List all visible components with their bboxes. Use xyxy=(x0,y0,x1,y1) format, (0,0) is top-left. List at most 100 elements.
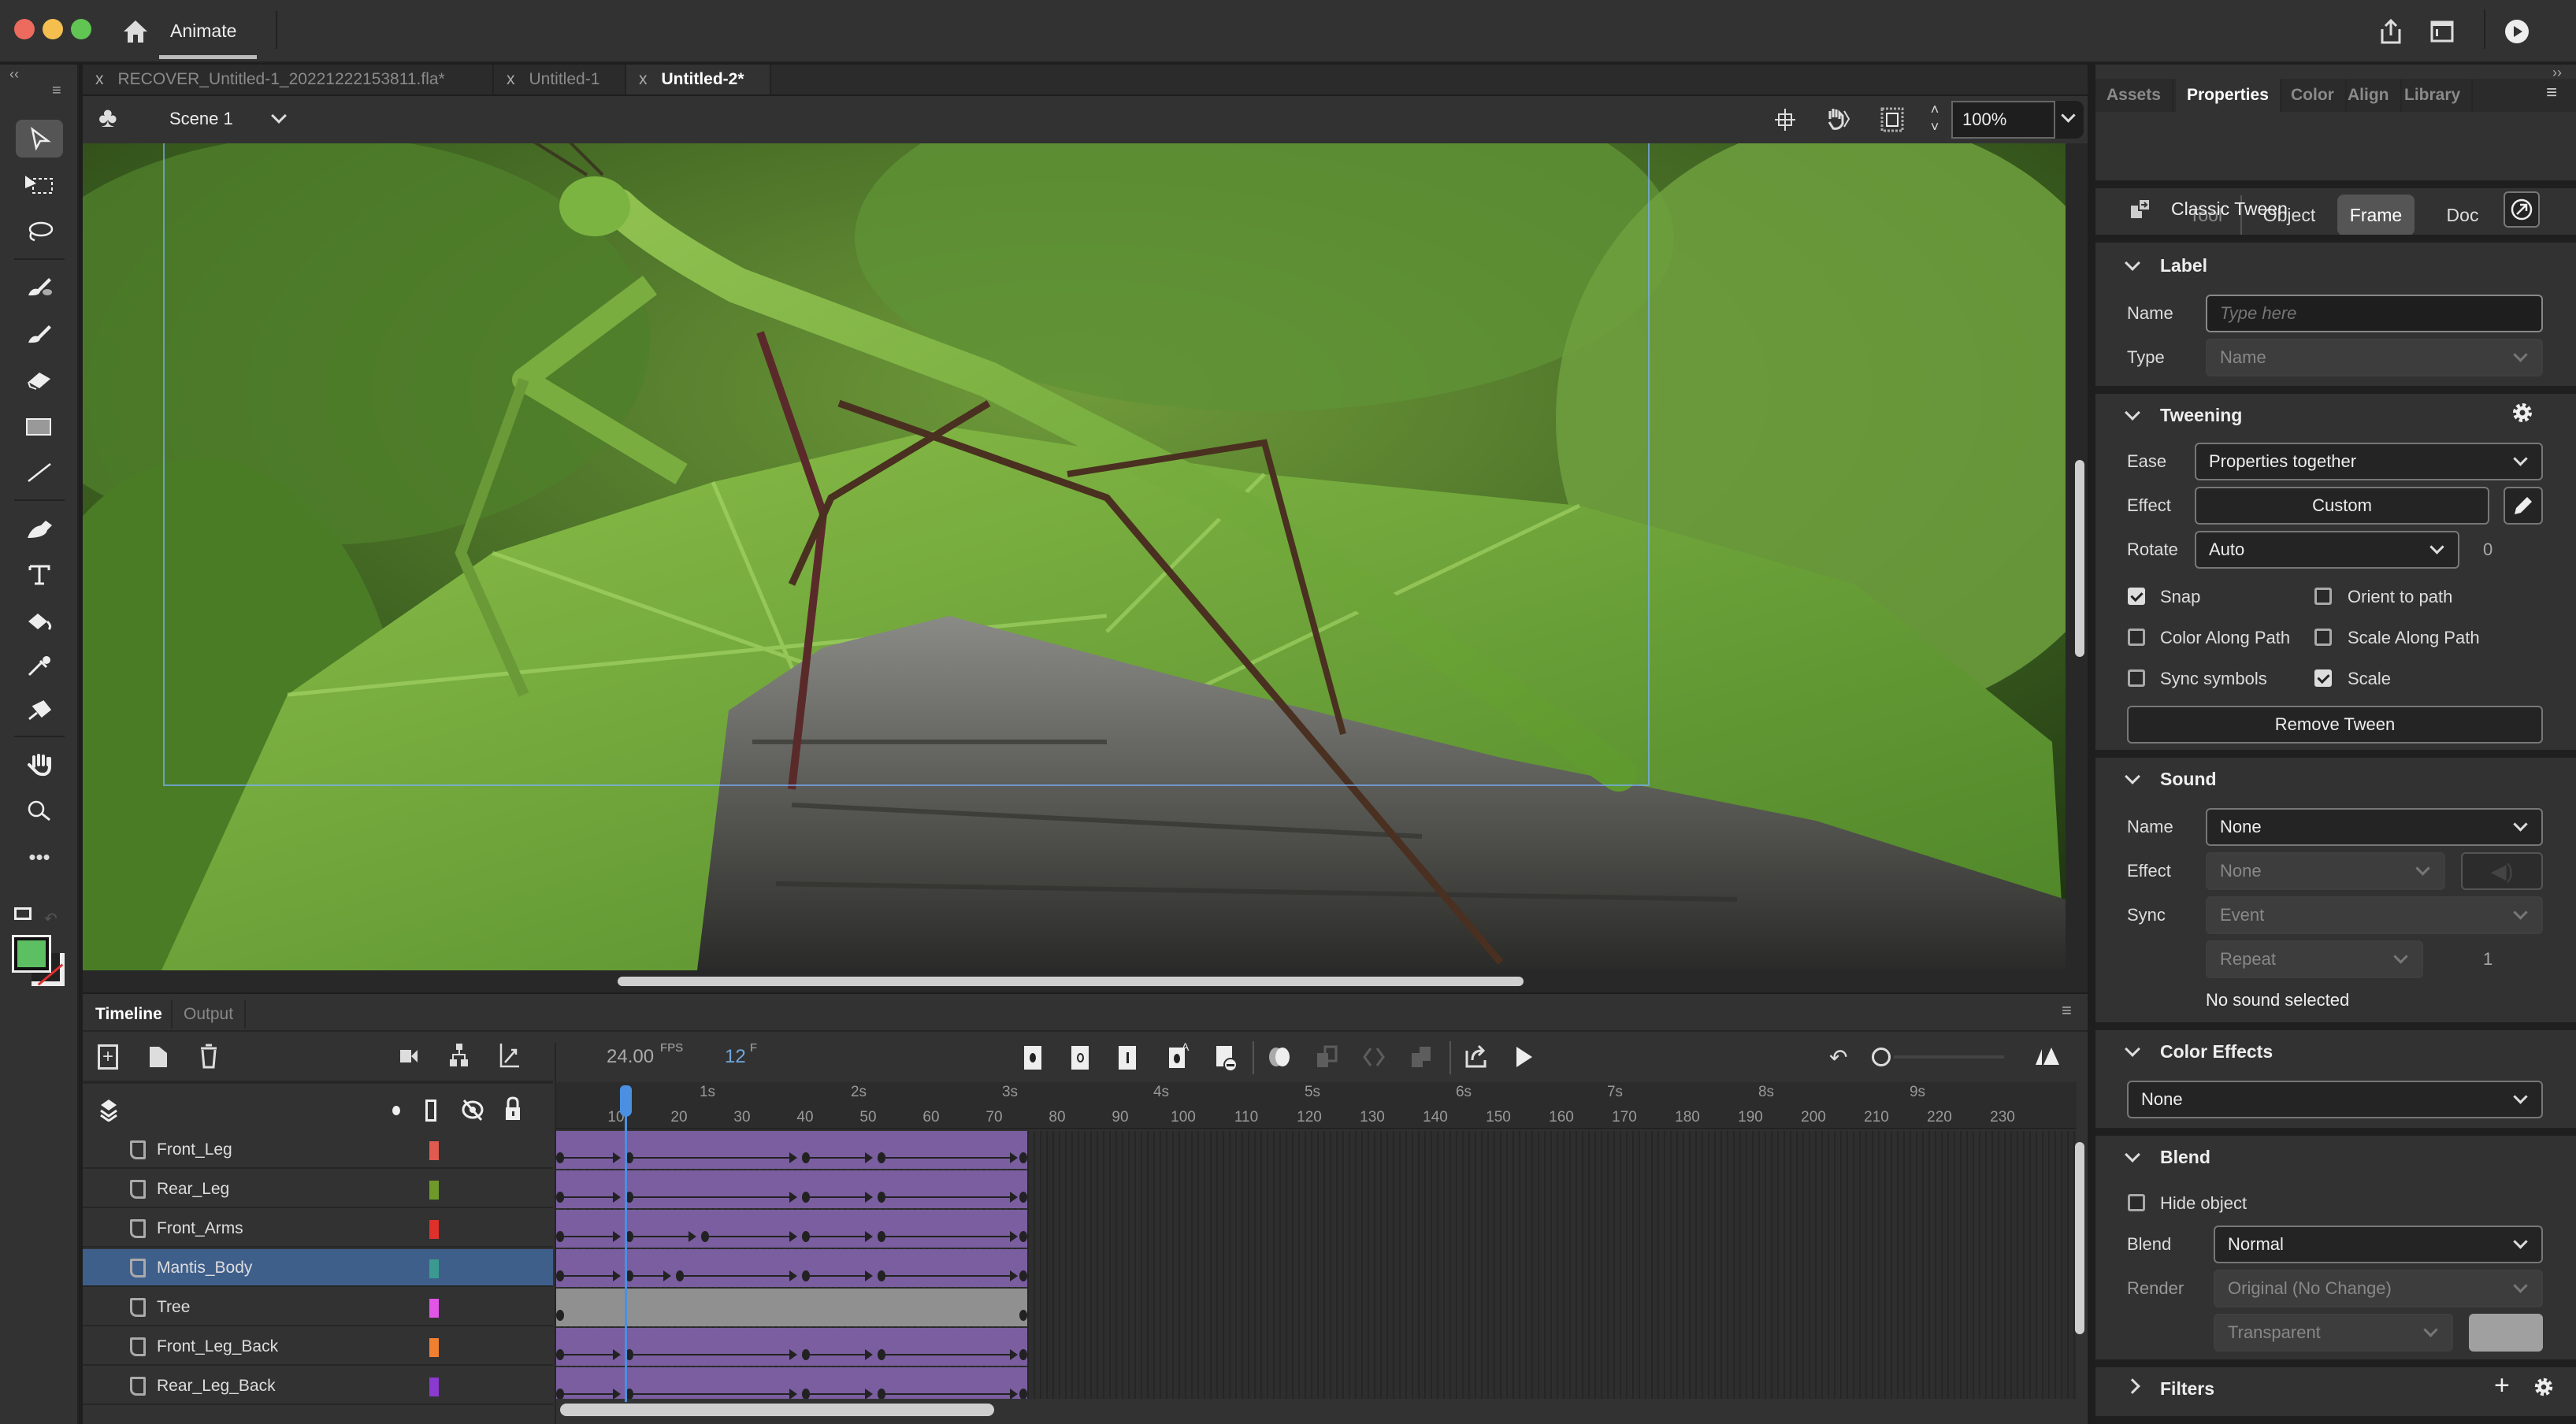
tween-help-button[interactable] xyxy=(2504,191,2540,228)
zoom-stepper[interactable]: ˄ ˅ xyxy=(1926,101,1943,139)
collapse-icon[interactable]: ‹‹ xyxy=(9,66,19,83)
keyframe[interactable] xyxy=(878,1270,885,1281)
label-type-dropdown[interactable]: Name xyxy=(2206,339,2543,376)
new-layer-icon[interactable]: + xyxy=(98,1044,118,1070)
doc-tab-active[interactable]: x Untitled-2* xyxy=(626,65,771,95)
keyframe[interactable] xyxy=(878,1152,885,1163)
tweening-settings-gear-icon[interactable] xyxy=(2510,400,2535,425)
keyframe[interactable] xyxy=(676,1270,684,1281)
filter-settings-gear-icon[interactable] xyxy=(2532,1375,2556,1399)
keyframe[interactable] xyxy=(556,1310,564,1321)
tab-library[interactable]: Library xyxy=(2393,79,2474,112)
keyframe[interactable] xyxy=(802,1192,810,1203)
ease-dropdown[interactable]: Properties together xyxy=(2195,443,2543,480)
reset-zoom-icon[interactable]: ↶ xyxy=(1829,1044,1847,1070)
pin-tool-icon[interactable] xyxy=(16,692,63,729)
text-tool-icon[interactable] xyxy=(16,556,63,594)
keyframe[interactable] xyxy=(802,1231,810,1242)
timeline-ruler[interactable]: 10 20 30 40 50 60 70 80 90 100 110 120 130 140 150 160 1… xyxy=(556,1082,2077,1129)
close-window-button[interactable] xyxy=(14,19,35,39)
app-workspace-tab[interactable]: Animate xyxy=(170,17,236,44)
keyframe[interactable] xyxy=(1019,1192,1027,1203)
filters-section-header[interactable]: Filters xyxy=(2125,1378,2214,1400)
close-tab-icon[interactable]: x xyxy=(95,70,104,88)
layer-color-swatch[interactable] xyxy=(429,1338,439,1357)
fps-value[interactable]: 24.00 xyxy=(607,1046,654,1068)
keyframe[interactable] xyxy=(1019,1349,1027,1360)
add-filter-icon[interactable]: + xyxy=(2494,1370,2510,1401)
play-icon[interactable] xyxy=(1514,1044,1535,1070)
keyframe[interactable] xyxy=(878,1231,885,1242)
keyframe[interactable] xyxy=(556,1389,564,1399)
keyframe[interactable] xyxy=(878,1349,885,1360)
paint-brush-tool-icon[interactable] xyxy=(16,268,63,306)
sync-symbols-checkbox[interactable] xyxy=(2128,669,2145,687)
keyframe[interactable] xyxy=(802,1389,810,1399)
outline-layers-icon[interactable] xyxy=(425,1100,436,1122)
keyframe[interactable] xyxy=(701,1231,709,1242)
repeat-count[interactable]: 1 xyxy=(2483,942,2492,977)
show-graph-icon[interactable] xyxy=(498,1041,522,1070)
layer-row[interactable]: Front_Leg_Back xyxy=(83,1328,553,1366)
keyframe[interactable] xyxy=(802,1152,810,1163)
layer-color-swatch[interactable] xyxy=(429,1141,439,1160)
blend-section-header[interactable]: Blend xyxy=(2125,1147,2210,1168)
layer-row[interactable]: Mantis_Body xyxy=(83,1249,553,1287)
layer-parenting-icon[interactable] xyxy=(447,1041,471,1070)
tab-align[interactable]: Align xyxy=(2337,79,2402,112)
keyframe[interactable] xyxy=(802,1270,810,1281)
keyframe[interactable] xyxy=(1019,1152,1027,1163)
segment-doc[interactable]: Doc xyxy=(2415,195,2510,235)
layer-row[interactable]: Rear_Leg xyxy=(83,1170,553,1208)
insert-frame-icon[interactable] xyxy=(1119,1046,1136,1070)
rotate-stage-icon[interactable] xyxy=(1824,106,1852,134)
keyframe[interactable] xyxy=(1019,1231,1027,1242)
loop-playback-icon[interactable] xyxy=(1464,1043,1489,1070)
keyframe[interactable] xyxy=(556,1152,564,1163)
stage-horizontal-scrollbar[interactable] xyxy=(618,977,1524,986)
layer-row[interactable]: Tree xyxy=(83,1289,553,1326)
scene-dropdown-chevron-icon[interactable] xyxy=(271,108,287,124)
test-movie-icon[interactable] xyxy=(2501,16,2533,47)
sound-name-dropdown[interactable]: None xyxy=(2206,808,2543,846)
frame-row[interactable] xyxy=(556,1289,2077,1326)
keyframe[interactable] xyxy=(556,1192,564,1203)
tweening-section-header[interactable]: Tweening xyxy=(2125,405,2242,426)
panel-menu-icon[interactable]: ≡ xyxy=(2062,1000,2072,1021)
auto-keyframe-icon[interactable]: A xyxy=(1167,1041,1191,1070)
rotate-dropdown[interactable]: Auto xyxy=(2195,531,2459,569)
current-frame-value[interactable]: 12 xyxy=(725,1046,746,1068)
subselection-tool-icon[interactable] xyxy=(16,167,63,205)
timeline-horizontal-scrollbar[interactable] xyxy=(560,1404,994,1416)
fit-frames-icon[interactable] xyxy=(2034,1044,2061,1068)
keyframe[interactable] xyxy=(556,1231,564,1242)
edit-ease-button[interactable] xyxy=(2504,487,2543,525)
more-tools-icon[interactable]: ••• xyxy=(16,838,63,876)
render-dropdown[interactable]: Original (No Change) xyxy=(2214,1270,2543,1307)
scene-icon[interactable]: ♣ xyxy=(98,101,117,134)
panel-menu-icon[interactable]: ≡ xyxy=(52,82,61,100)
color-effect-dropdown[interactable]: None xyxy=(2127,1081,2543,1118)
selection-tool-icon[interactable] xyxy=(16,120,63,158)
lasso-tool-icon[interactable] xyxy=(16,213,63,250)
layer-color-swatch[interactable] xyxy=(429,1259,439,1278)
zoom-tool-icon[interactable] xyxy=(16,792,63,830)
tab-assets[interactable]: Assets xyxy=(2095,79,2173,112)
tab-timeline[interactable]: Timeline xyxy=(84,1000,173,1029)
color-effects-section-header[interactable]: Color Effects xyxy=(2125,1041,2273,1062)
line-tool-icon[interactable] xyxy=(16,454,63,491)
delete-layer-icon[interactable] xyxy=(199,1043,219,1070)
hide-layers-icon[interactable] xyxy=(460,1098,485,1122)
label-section-header[interactable]: Label xyxy=(2125,255,2207,276)
color-along-path-checkbox[interactable] xyxy=(2128,629,2145,646)
panel-menu-icon[interactable]: ≡ xyxy=(2546,82,2557,104)
keyframe[interactable] xyxy=(556,1270,564,1281)
keyframe[interactable] xyxy=(878,1389,885,1399)
snap-checkbox[interactable] xyxy=(2128,588,2145,605)
keyframe[interactable] xyxy=(878,1192,885,1203)
layer-color-swatch[interactable] xyxy=(429,1378,439,1396)
scale-along-path-checkbox[interactable] xyxy=(2314,629,2332,646)
keyframe[interactable] xyxy=(802,1349,810,1360)
frame-grid[interactable] xyxy=(556,1131,2077,1399)
center-stage-icon[interactable] xyxy=(1772,107,1798,132)
